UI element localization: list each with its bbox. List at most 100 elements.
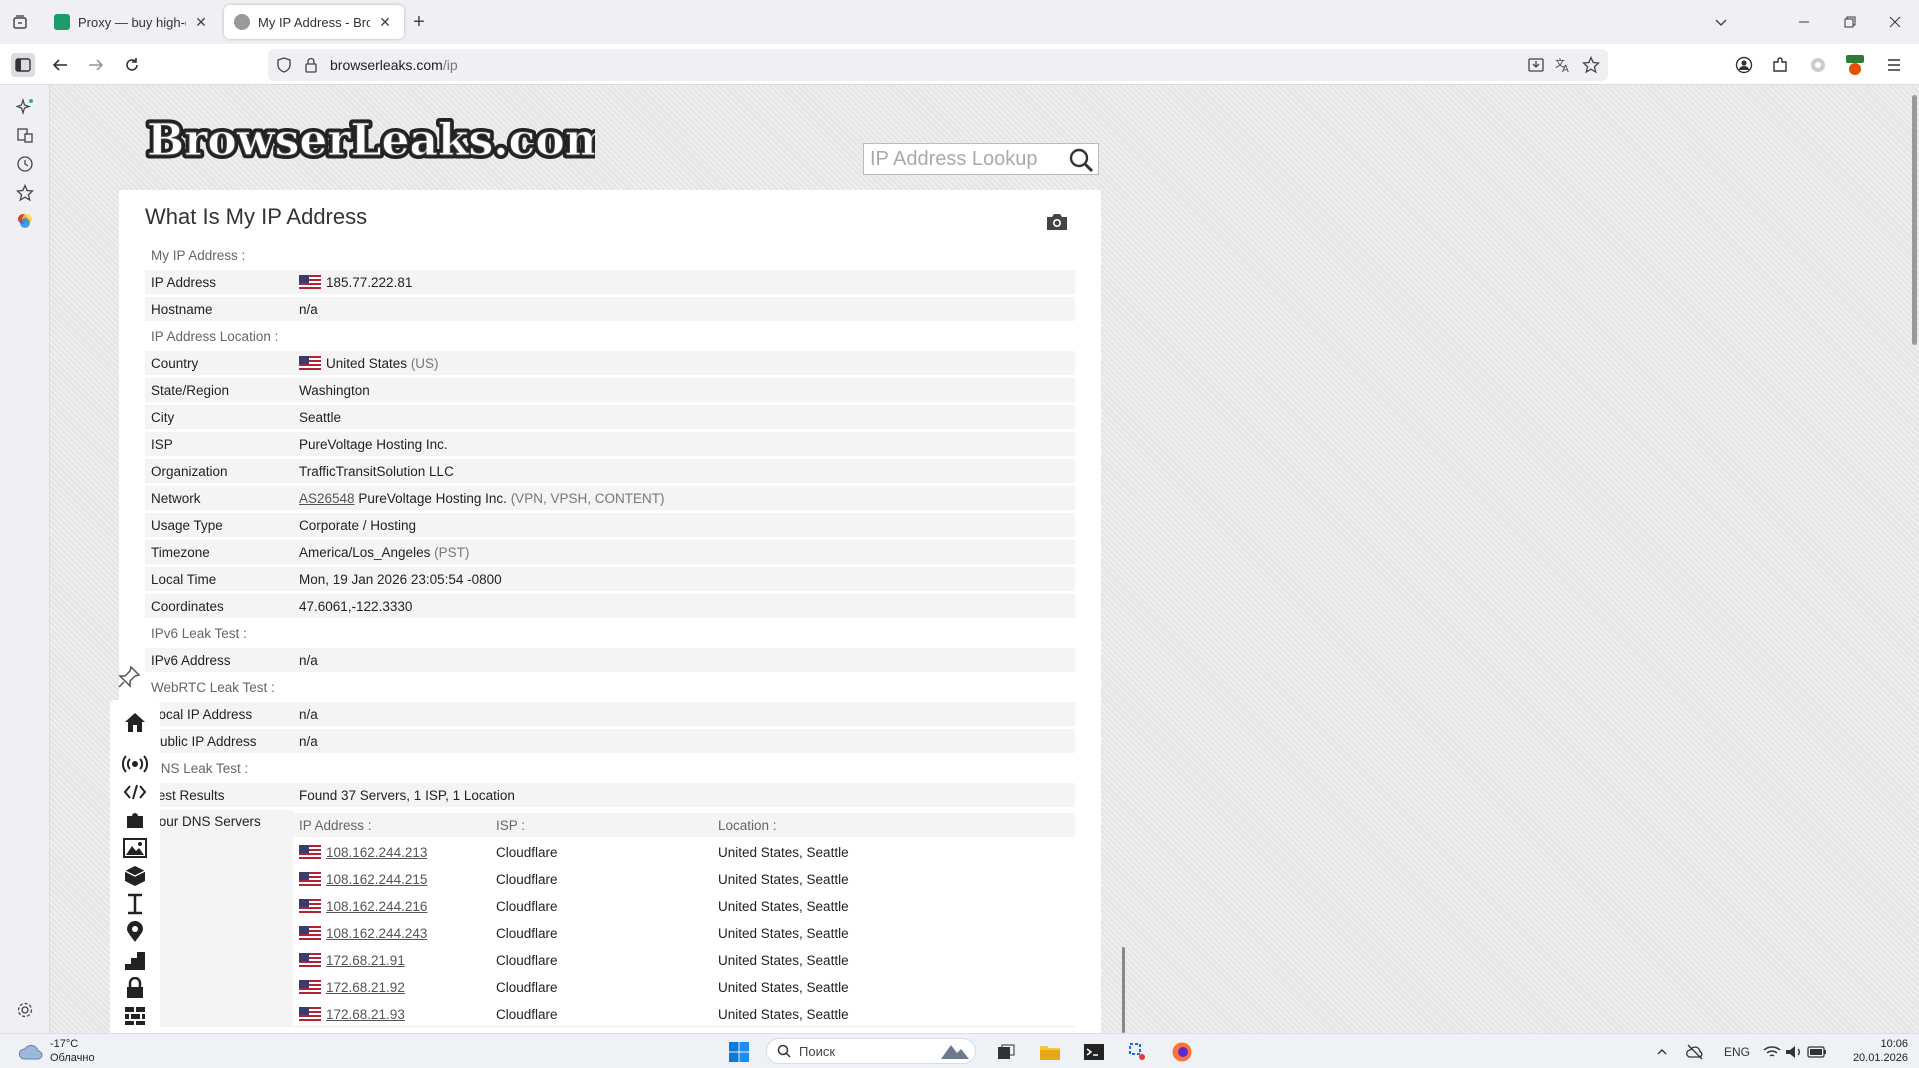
tab-proxy[interactable]: Proxy — buy high-quality, reliab ✕ (44, 5, 220, 39)
dns-ip-link[interactable]: 108.162.244.216 (326, 899, 427, 914)
file-explorer-icon[interactable] (1038, 1040, 1062, 1064)
dns-ip-link[interactable]: 172.68.21.93 (326, 1007, 405, 1022)
city-value: Seattle (293, 405, 1075, 429)
local-time-label: Local Time (145, 567, 293, 591)
us-flag-icon (299, 871, 321, 886)
us-flag-icon (299, 898, 321, 913)
map-pin-icon[interactable] (121, 920, 149, 944)
text-cursor-icon[interactable] (121, 892, 149, 916)
pin-icon[interactable] (117, 665, 141, 689)
image-icon[interactable] (121, 836, 149, 860)
wifi-icon[interactable] (1762, 1040, 1782, 1064)
volume-icon[interactable] (1784, 1040, 1804, 1064)
back-arrow-icon[interactable] (48, 53, 72, 77)
dns-table-scrollbar[interactable] (1122, 947, 1125, 1033)
code-icon[interactable] (121, 780, 149, 804)
network-name: PureVoltage Hosting Inc. (358, 490, 507, 506)
stairs-icon[interactable] (121, 948, 149, 972)
organization-value: TrafficTransitSolution LLC (293, 459, 1075, 483)
menu-icon[interactable] (1882, 53, 1906, 77)
dns-ip-link[interactable]: 108.162.244.243 (326, 926, 427, 941)
broadcast-icon[interactable] (121, 752, 149, 776)
sidebar-toggle-icon[interactable] (11, 53, 35, 77)
reload-icon[interactable] (120, 53, 144, 77)
shield-icon[interactable] (276, 57, 292, 78)
translate-icon[interactable]: 文A (1554, 56, 1572, 77)
dns-server-location: United States, Seattle (712, 918, 1075, 947)
isp-value: PureVoltage Hosting Inc. (293, 432, 1075, 456)
restore-icon[interactable] (1839, 11, 1861, 33)
windows-start-icon[interactable] (726, 1040, 752, 1064)
dns-ip-link[interactable]: 172.68.21.91 (326, 953, 405, 968)
taskbar-search[interactable]: Поиск (766, 1038, 976, 1064)
fine-extension-icon[interactable] (1843, 53, 1867, 77)
ip-info-table: My IP Address : IP Address 185.77.222.81… (145, 240, 1075, 1030)
ai-sparkle-icon[interactable] (13, 95, 37, 119)
firefox-icon[interactable] (1170, 1040, 1194, 1064)
dns-server-ip: 172.68.21.93 (293, 999, 490, 1027)
tab-browserleaks[interactable]: My IP Address - BrowserLeaks ✕ (224, 5, 404, 39)
new-tab-button[interactable]: + (408, 11, 430, 33)
cloud-icon[interactable] (16, 1040, 46, 1064)
network-value: AS26548 PureVoltage Hosting Inc. (VPN, V… (293, 486, 1075, 510)
dns-server-row: 172.68.21.93 Cloudflare United States, Sea… (293, 999, 1075, 1027)
dns-server-row: 108.162.244.215 Cloudflare United States, … (293, 864, 1075, 893)
extensions-icon[interactable] (1768, 53, 1792, 77)
show-hidden-icons[interactable] (1652, 1040, 1672, 1064)
dns-ip-link[interactable]: 108.162.244.215 (326, 872, 427, 887)
dns-rows: 108.162.244.213 Cloudflare United States, … (293, 837, 1075, 1027)
dns-ip-link[interactable]: 108.162.244.213 (326, 845, 427, 860)
language-indicator[interactable]: ENG (1720, 1040, 1754, 1064)
home-icon[interactable] (121, 710, 149, 734)
ip-lookup-search (863, 143, 1099, 175)
account-icon[interactable] (1732, 53, 1756, 77)
cube-icon[interactable] (121, 864, 149, 888)
page-scrollbar[interactable] (1912, 95, 1917, 345)
history-icon[interactable] (13, 152, 37, 176)
vpn-extension-icon[interactable] (1806, 53, 1830, 77)
task-view-icon[interactable] (994, 1040, 1018, 1064)
tab-list-icon[interactable] (9, 11, 31, 33)
search-highlight-icon (937, 1041, 971, 1066)
wall-icon[interactable] (121, 1004, 149, 1028)
section-ipv6: IPv6 Leak Test : (151, 625, 247, 641)
dns-server-row: 172.68.21.92 Cloudflare United States, Sea… (293, 972, 1075, 1001)
temperature: -17°C (50, 1038, 79, 1050)
lock-icon[interactable] (304, 57, 318, 78)
usage-type-value: Corporate / Hosting (293, 513, 1075, 537)
color-extension-icon[interactable] (13, 209, 37, 233)
puzzle-icon[interactable] (121, 808, 149, 832)
dns-server-location: United States, Seattle (712, 891, 1075, 920)
dns-ip-link[interactable]: 172.68.21.92 (326, 980, 405, 995)
download-icon[interactable] (1528, 57, 1544, 78)
cloud-sync-off-icon[interactable] (1684, 1040, 1706, 1064)
close-tab-icon[interactable]: ✕ (192, 14, 210, 31)
forward-arrow-icon[interactable] (84, 53, 108, 77)
star-icon[interactable] (1581, 55, 1601, 79)
terminal-icon[interactable] (1082, 1040, 1106, 1064)
ip-lookup-input[interactable] (864, 144, 1064, 174)
settings-gear-icon[interactable] (13, 998, 37, 1022)
search-icon[interactable] (1068, 147, 1094, 173)
close-tab-icon[interactable]: ✕ (376, 14, 394, 31)
clock[interactable]: 10:06 20.01.2026 (1838, 1037, 1908, 1065)
us-flag-icon (299, 925, 321, 940)
battery-icon[interactable] (1806, 1040, 1828, 1064)
bookmarks-icon[interactable] (13, 181, 37, 205)
camera-icon[interactable] (1046, 212, 1068, 232)
close-window-icon[interactable] (1884, 11, 1906, 33)
dns-server-isp: Cloudflare (490, 918, 712, 947)
us-flag-icon (299, 844, 321, 859)
padlock-icon[interactable] (121, 976, 149, 1000)
weather-widget[interactable]: -17°C Облачно (50, 1037, 95, 1065)
ip-address-value: 185.77.222.81 (293, 270, 1075, 294)
address-bar[interactable]: browserleaks.com/ip 文A (268, 49, 1608, 81)
dns-server-isp: Cloudflare (490, 891, 712, 920)
browserleaks-logo[interactable]: BrowserLeaks.com BrowserLeaks.com (145, 103, 595, 173)
synced-tabs-icon[interactable] (13, 123, 37, 147)
list-all-tabs-icon[interactable] (1710, 11, 1732, 33)
snipping-tool-icon[interactable] (1126, 1040, 1150, 1064)
coordinates-value: 47.6061,-122.3330 (293, 594, 1075, 618)
minimize-icon[interactable] (1793, 11, 1815, 33)
asn-link[interactable]: AS26548 (299, 491, 355, 506)
